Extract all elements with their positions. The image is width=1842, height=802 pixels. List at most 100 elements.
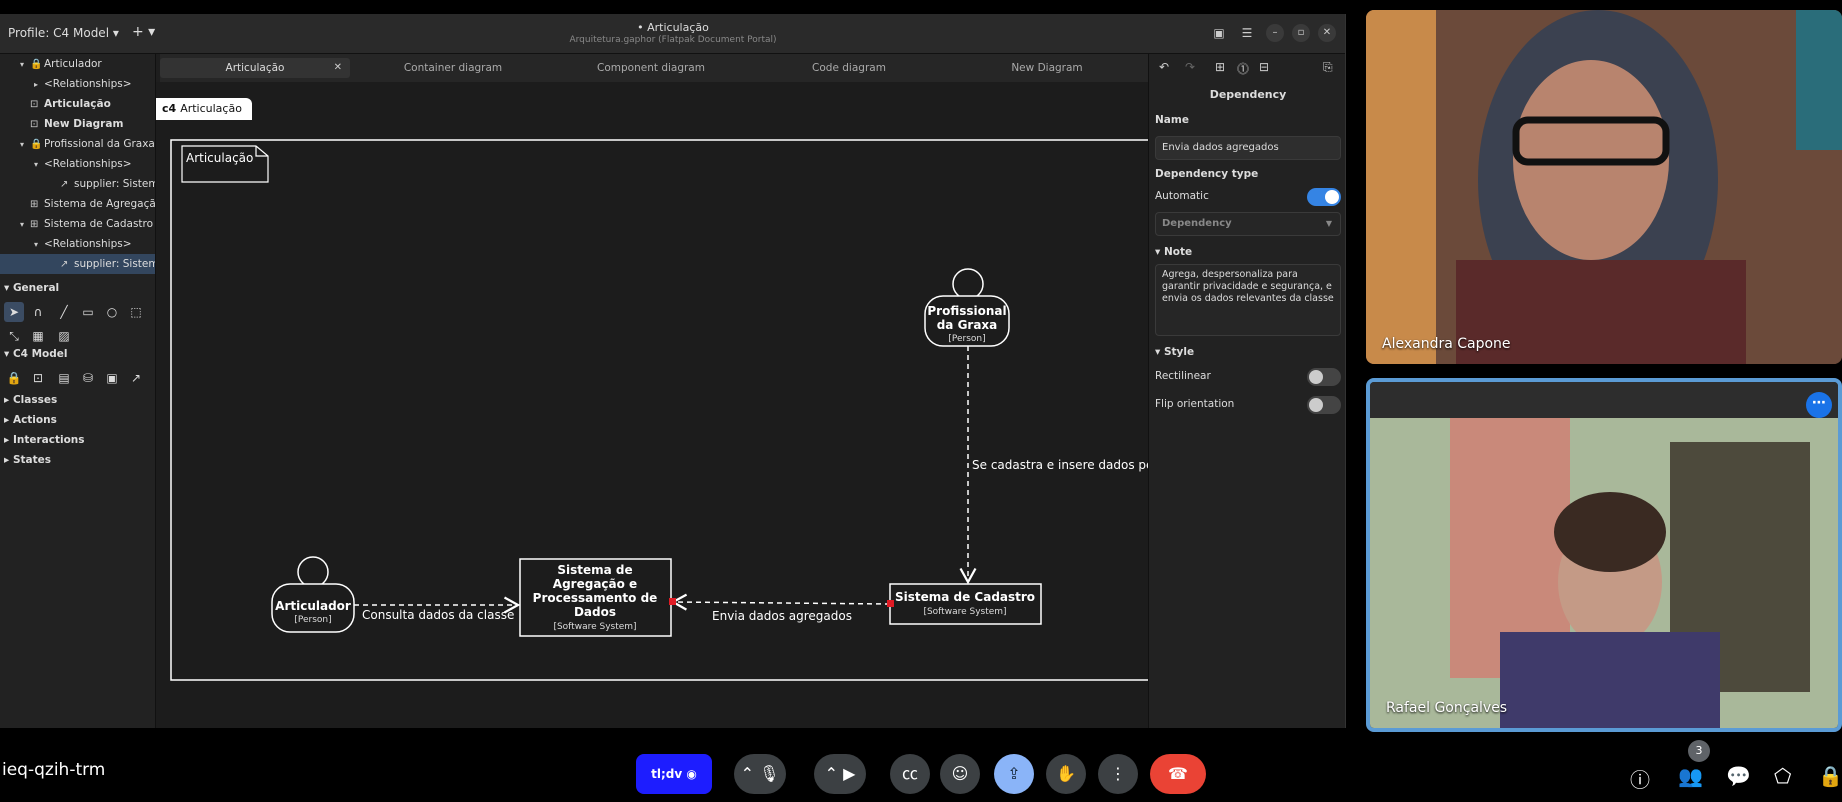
c4-person-tool-icon[interactable]: 🔒 <box>4 368 24 388</box>
tab-container-diagram[interactable]: Container diagram <box>358 58 548 78</box>
expand-arrow-icon[interactable]: ▸ <box>34 75 44 94</box>
tree-item-articulacao-diagram[interactable]: ⊡ Articulação <box>0 94 155 114</box>
c4-component-tool-icon[interactable]: ▣ <box>102 368 122 388</box>
tree-item-profissional[interactable]: ▾ 🔒 Profissional da Graxa <box>0 134 155 154</box>
diagram-tabs: Articulação ✕ Container diagram Componen… <box>160 54 1148 82</box>
host-controls-icon[interactable]: 🔒 <box>1818 764 1842 788</box>
video-tile-rafael[interactable]: ⋯ Rafael Gonçalves <box>1366 378 1842 732</box>
note-label[interactable]: ▾ Note <box>1155 246 1192 258</box>
toolbox-section-c4model[interactable]: ▾ C4 Model <box>4 348 68 360</box>
name-input[interactable]: Envia dados agregados <box>1155 136 1341 160</box>
leave-call-button[interactable]: ☎ <box>1150 754 1206 794</box>
emoji-button[interactable]: ☺ <box>940 754 980 794</box>
raise-hand-button[interactable]: ✋ <box>1046 754 1086 794</box>
edge-handle[interactable] <box>669 598 676 605</box>
toolbox-section-states[interactable]: ▸ States <box>4 454 51 466</box>
minimize-button[interactable]: – <box>1266 24 1284 42</box>
tree-item-relationships[interactable]: ▸ <Relationships> <box>0 74 155 94</box>
zoom-in-icon[interactable]: ⊞ <box>1215 60 1225 74</box>
more-options-button[interactable]: ⋯ <box>1806 392 1832 418</box>
person-profissional-da-graxa[interactable]: Profissional da Graxa [Person] <box>924 268 1010 347</box>
line-tool-icon[interactable]: ╱ <box>54 302 74 322</box>
info-icon[interactable]: ⓘ <box>1630 764 1650 793</box>
system-agregacao[interactable]: Sistema de Agregação e Processamento de … <box>519 558 672 637</box>
c4-system-tool-icon[interactable]: ⊡ <box>28 368 48 388</box>
chat-icon[interactable]: 💬 <box>1726 764 1751 788</box>
tldv-recorder-button[interactable]: tl;dv ◉ <box>636 754 712 794</box>
toolbox-section-actions[interactable]: ▸ Actions <box>4 414 57 426</box>
person-articulador[interactable]: Articulador [Person] <box>271 556 355 633</box>
more-options-button[interactable]: ⋮ <box>1098 754 1138 794</box>
toolbox-section-classes[interactable]: ▸ Classes <box>4 394 57 406</box>
tree-item-relationships[interactable]: ▾ <Relationships> <box>0 154 155 174</box>
tab-component-diagram[interactable]: Component diagram <box>556 58 746 78</box>
note-textarea[interactable]: Agrega, despersonaliza para garantir pri… <box>1155 264 1341 336</box>
diagram-svg[interactable]: Articulação Profissional da Graxa [Perso… <box>156 82 1148 728</box>
tree-item-sistema-agregacao[interactable]: ⊞ Sistema de Agregação <box>0 194 155 214</box>
expand-arrow-icon[interactable]: ▾ <box>34 155 44 174</box>
tree-item-supplier-selected[interactable]: ↗ supplier: Sistema <box>0 254 155 274</box>
style-label[interactable]: ▾ Style <box>1155 346 1194 358</box>
close-window-button[interactable]: ✕ <box>1318 24 1336 42</box>
automatic-switch[interactable] <box>1307 188 1341 206</box>
box-tool-icon[interactable]: ▭ <box>78 302 98 322</box>
tab-articulacao[interactable]: Articulação ✕ <box>160 58 350 78</box>
connector-tool-icon[interactable]: ⤡ <box>4 326 24 346</box>
pointer-tool-icon[interactable]: ➤ <box>4 302 24 322</box>
camera-options-button[interactable]: ⌃ ▶ <box>814 754 866 794</box>
expand-arrow-icon[interactable]: ▾ <box>20 215 30 234</box>
magnet-tool-icon[interactable]: ∩ <box>28 302 48 322</box>
inspector-icon[interactable]: ⎘ <box>1323 60 1333 75</box>
maximize-button[interactable]: ▫ <box>1292 24 1310 42</box>
redo-icon[interactable]: ↷ <box>1185 60 1195 74</box>
diagram-breadcrumb[interactable]: c4 Articulação <box>156 98 252 120</box>
tree-item-articulador[interactable]: ▾ 🔒 Articulador <box>0 54 155 74</box>
window-title: • Articulação <box>637 21 709 34</box>
edge-handle[interactable] <box>887 600 894 607</box>
expand-arrow-icon[interactable]: ▾ <box>20 135 30 154</box>
mic-options-button[interactable]: ⌃ 🎙 <box>734 754 786 794</box>
undo-icon[interactable]: ↶ <box>1159 60 1169 74</box>
expand-arrow-icon[interactable]: ▾ <box>34 235 44 254</box>
toolbox-section-interactions[interactable]: ▸ Interactions <box>4 434 85 446</box>
tree-item-new-diagram[interactable]: ⊡ New Diagram <box>0 114 155 134</box>
zoom-out-icon[interactable]: ⊟ <box>1259 60 1269 74</box>
tab-new-diagram[interactable]: New Diagram <box>952 58 1142 78</box>
system-stereotype: [Software System] <box>923 607 1006 617</box>
system-name: Sistema de Cadastro <box>895 590 1035 604</box>
activities-icon[interactable]: ⬠ <box>1774 764 1791 788</box>
captions-button[interactable]: ㏄ <box>890 754 930 794</box>
property-title: Dependency <box>1209 88 1287 101</box>
tree-item-sistema-cadastro[interactable]: ▾ ⊞ Sistema de Cadastro <box>0 214 155 234</box>
microphone-icon: 🎙 <box>759 764 780 783</box>
c4-database-tool-icon[interactable]: ⛁ <box>78 368 98 388</box>
flip-orientation-switch[interactable] <box>1307 396 1341 414</box>
expand-arrow-icon[interactable]: ▾ <box>20 55 30 74</box>
diagram-canvas[interactable]: Articulação Profissional da Graxa [Perso… <box>156 82 1148 728</box>
people-icon[interactable]: 👥 <box>1678 764 1703 788</box>
hand-icon: ✋ <box>1056 764 1076 783</box>
ellipse-tool-icon[interactable]: ○ <box>102 302 122 322</box>
edge-envia-selected[interactable] <box>670 593 891 611</box>
dependency-type-select[interactable]: Dependency ▼ <box>1155 212 1341 236</box>
phone-hangup-icon: ☎ <box>1168 764 1188 783</box>
c4-dependency-tool-icon[interactable]: ↗ <box>126 368 146 388</box>
note-tool-icon[interactable]: ⬚ <box>126 302 146 322</box>
present-button[interactable]: ⇪ <box>994 754 1034 794</box>
tree-item-supplier[interactable]: ↗ supplier: Sistema <box>0 174 155 194</box>
c4-container-tool-icon[interactable]: ▤ <box>54 368 74 388</box>
system-name: Processamento de <box>533 591 658 605</box>
close-tab-icon[interactable]: ✕ <box>334 58 342 78</box>
tab-code-diagram[interactable]: Code diagram <box>754 58 944 78</box>
tree-item-relationships[interactable]: ▾ <Relationships> <box>0 234 155 254</box>
participant-name: Rafael Gonçalves <box>1386 700 1508 716</box>
image-tool-icon[interactable]: ▨ <box>54 326 74 346</box>
rectilinear-switch[interactable] <box>1307 368 1341 386</box>
hamburger-menu-icon[interactable]: ☰ <box>1238 24 1256 42</box>
zoom-100-icon[interactable]: ⓵ <box>1237 60 1249 77</box>
sidebar-toggle-icon[interactable]: ▣ <box>1210 24 1228 42</box>
system-cadastro[interactable]: Sistema de Cadastro [Software System] <box>889 583 1042 625</box>
toolbox-section-general[interactable]: ▾ General <box>4 282 59 294</box>
table-tool-icon[interactable]: ▦ <box>28 326 48 346</box>
video-tile-alexandra[interactable]: Alexandra Capone <box>1366 10 1842 364</box>
